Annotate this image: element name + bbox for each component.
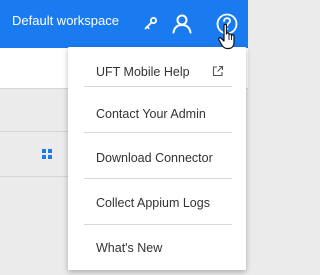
menu-divider	[84, 86, 232, 87]
menu-item-label: Contact Your Admin	[96, 107, 206, 121]
background-divider	[0, 176, 70, 177]
background-divider	[0, 131, 70, 132]
menu-divider	[84, 224, 232, 225]
menu-item-label: UFT Mobile Help	[96, 65, 190, 79]
grid-view-icon[interactable]	[42, 149, 52, 159]
help-dropdown-menu: UFT Mobile Help Contact Your Admin Downl…	[68, 47, 246, 270]
menu-item-collect-appium-logs[interactable]: Collect Appium Logs	[68, 181, 246, 225]
menu-item-label: Collect Appium Logs	[96, 196, 210, 210]
user-icon[interactable]	[168, 10, 196, 38]
menu-divider	[84, 132, 232, 133]
menu-divider	[84, 178, 232, 179]
menu-item-label: What's New	[96, 241, 163, 255]
menu-item-uft-mobile-help[interactable]: UFT Mobile Help	[68, 50, 246, 94]
key-icon[interactable]	[136, 10, 164, 38]
menu-item-whats-new[interactable]: What's New	[68, 226, 246, 270]
external-link-icon	[212, 64, 224, 77]
menu-item-download-connector[interactable]: Download Connector	[68, 136, 246, 180]
hand-cursor-icon	[217, 22, 243, 52]
workspace-selector[interactable]: Default workspace	[12, 12, 119, 30]
top-header-bar: Default workspace	[0, 0, 248, 48]
menu-item-label: Download Connector	[96, 151, 213, 165]
menu-item-contact-admin[interactable]: Contact Your Admin	[68, 92, 246, 136]
